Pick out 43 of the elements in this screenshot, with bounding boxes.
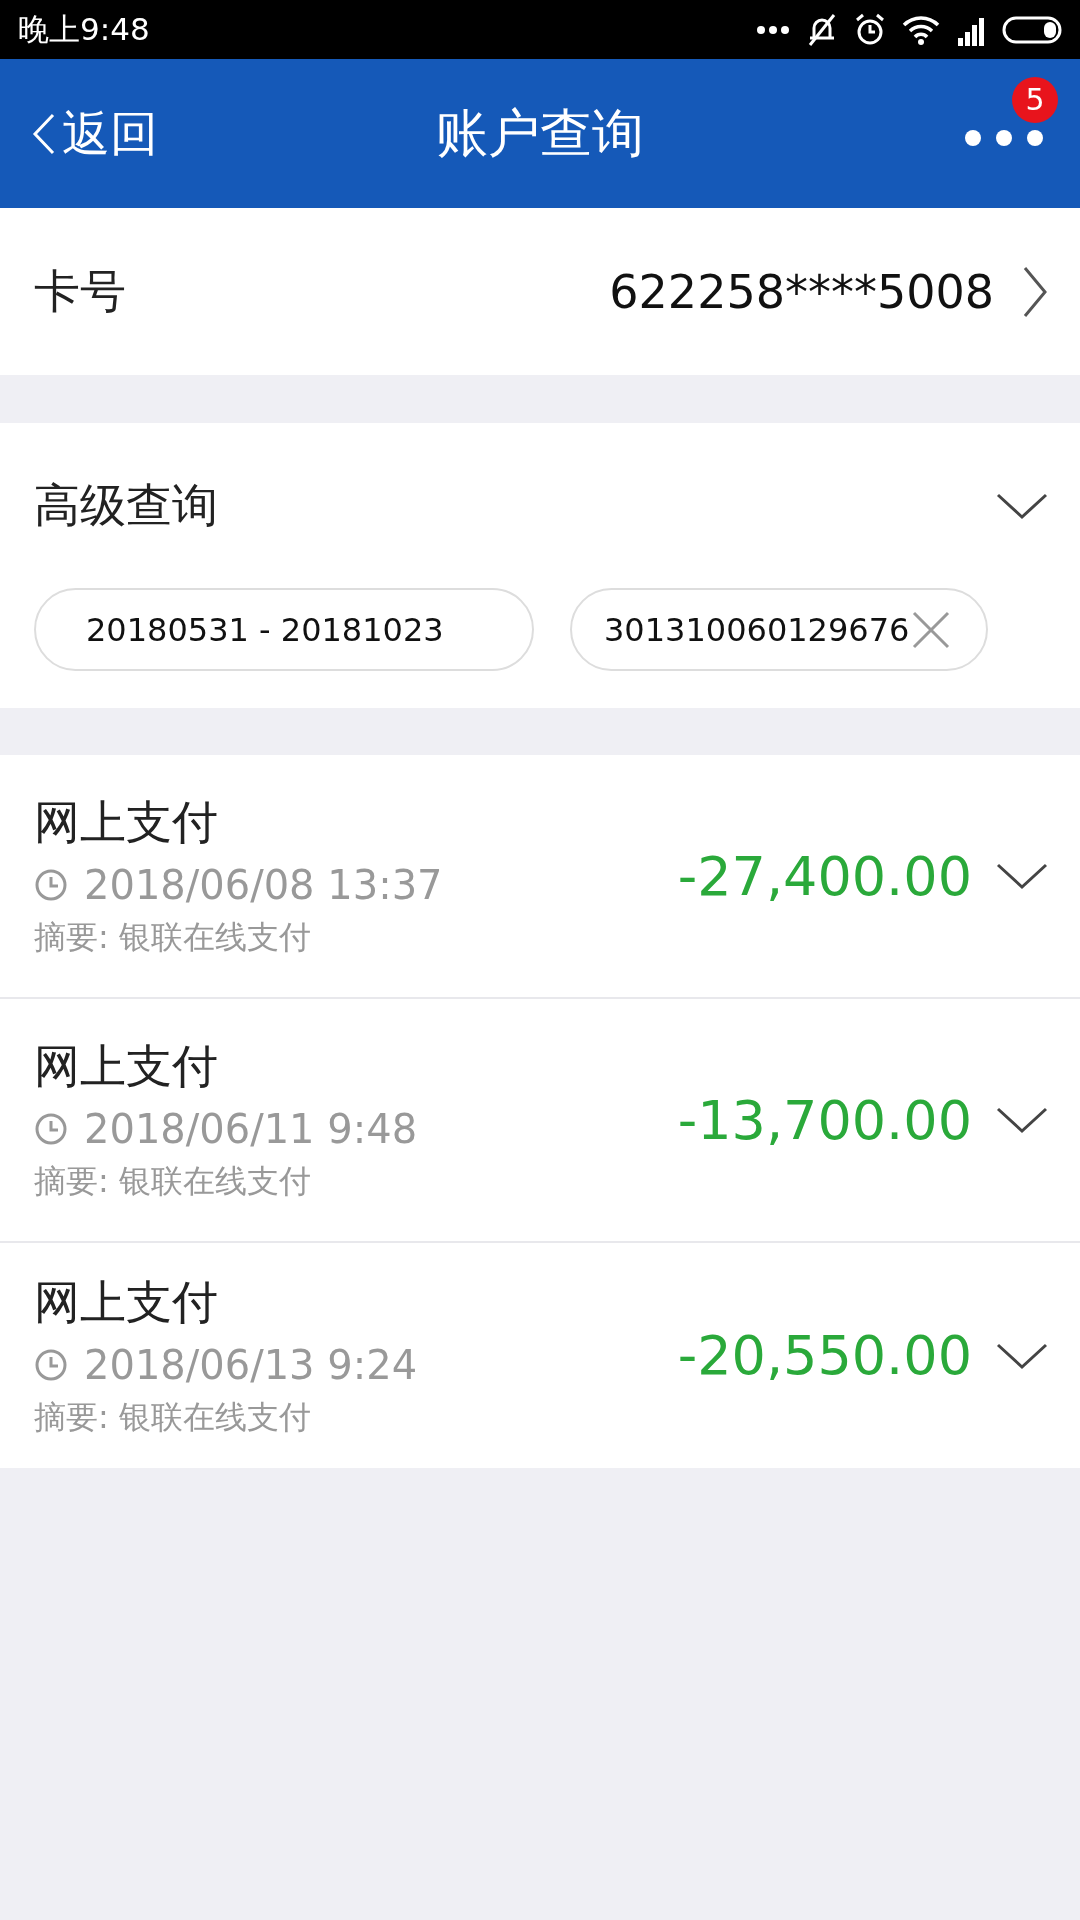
- chevron-down-icon[interactable]: [996, 1106, 1048, 1134]
- transaction-title: 网上支付: [34, 794, 219, 851]
- filter-text: 20180531 - 20181023: [86, 610, 444, 649]
- transaction-amount: -27,400.00: [677, 844, 972, 908]
- transaction-time: 2018/06/08 13:37: [84, 862, 443, 908]
- transaction-row[interactable]: 网上支付 2018/06/11 9:48 摘要: 银联在线支付 -13,700.00: [0, 999, 1080, 1243]
- transaction-time: 2018/06/11 9:48: [84, 1106, 418, 1152]
- filter-chip[interactable]: 301310060129676: [570, 588, 988, 671]
- chevron-down-icon[interactable]: [996, 1341, 1048, 1370]
- transaction-title: 网上支付: [34, 1038, 219, 1095]
- more-icon[interactable]: [964, 128, 1044, 147]
- wifi-icon: [902, 14, 940, 45]
- transaction-amount: -20,550.00: [677, 1324, 972, 1387]
- muted-bell-icon: [806, 12, 838, 47]
- notification-badge: 5: [1012, 76, 1058, 123]
- transaction-title: 网上支付: [34, 1273, 219, 1331]
- alarm-icon: [854, 12, 886, 47]
- clock-icon: [34, 1347, 68, 1382]
- transaction-row[interactable]: 网上支付 2018/06/13 9:24 摘要: 银联在线支付 -20,550.00: [0, 1243, 1080, 1468]
- chevron-down-icon[interactable]: [996, 862, 1048, 890]
- card-label: 卡号: [34, 262, 127, 320]
- clock-icon: [34, 1112, 68, 1146]
- back-icon: [32, 112, 56, 155]
- transaction-summary: 摘要: 银联在线支付: [34, 917, 312, 958]
- battery-icon: [1002, 15, 1062, 44]
- transaction-amount: -13,700.00: [677, 1088, 972, 1152]
- transaction-time: 2018/06/13 9:24: [84, 1341, 418, 1388]
- transaction-summary: 摘要: 银联在线支付: [34, 1161, 312, 1202]
- filter-chip[interactable]: 20180531 - 20181023: [34, 588, 534, 671]
- status-time: 晚上9:48: [18, 9, 150, 49]
- chevron-right-icon: [1022, 265, 1048, 318]
- chevron-down-icon[interactable]: [996, 491, 1048, 520]
- close-icon[interactable]: [911, 609, 952, 650]
- filter-text: 301310060129676: [604, 610, 910, 649]
- transaction-row[interactable]: 网上支付 2018/06/08 13:37 摘要: 银联在线支付 -27,400.00: [0, 755, 1080, 999]
- transaction-summary: 摘要: 银联在线支付: [34, 1396, 312, 1438]
- card-number-row[interactable]: 卡号 622258****5008: [0, 208, 1080, 375]
- more-icon: [756, 24, 790, 35]
- advanced-query-title[interactable]: 高级查询: [34, 474, 218, 537]
- back-button[interactable]: 返回: [32, 101, 158, 166]
- card-number: 622258****5008: [609, 264, 994, 319]
- clock-icon: [34, 868, 68, 902]
- page-title: 账户查询: [436, 101, 644, 165]
